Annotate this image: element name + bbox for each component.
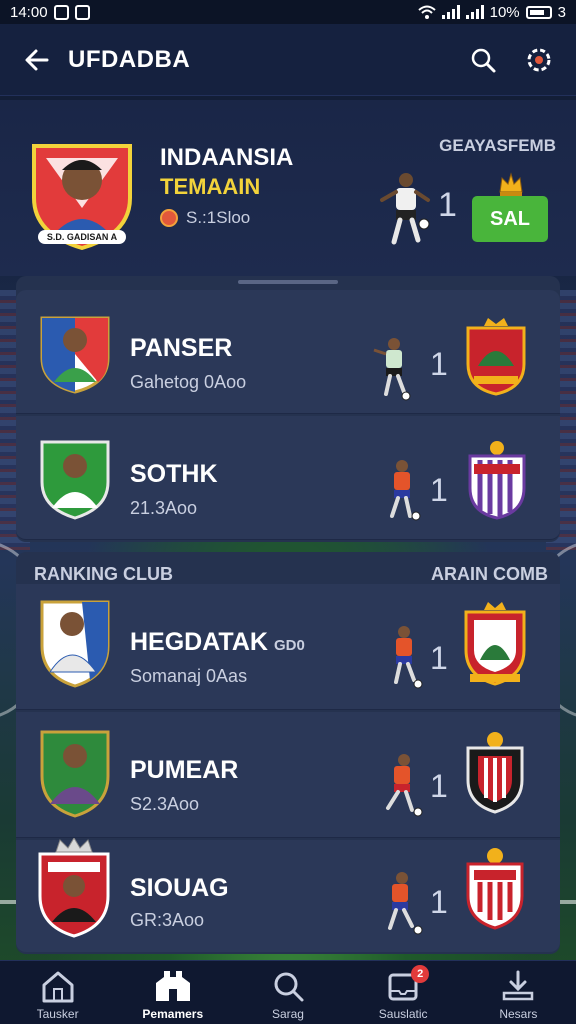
ranking-club-panel: RANKING CLUB ARAIN COMB HEGDATAK GD0 Soma…	[16, 552, 560, 954]
player-shield-icon	[40, 730, 110, 818]
nav-label: Sarag	[271, 1007, 304, 1021]
status-time: 14:00	[10, 3, 48, 21]
search-button[interactable]	[466, 43, 500, 77]
search-icon	[274, 972, 304, 1002]
player-name: SIOUAG	[130, 874, 229, 902]
nav-label: Pemamers	[142, 1007, 204, 1021]
signal-icon	[441, 5, 460, 19]
section-header: RANKING CLUB ARAIN COMB	[34, 564, 548, 585]
player-name: HEGDATAK GD0	[130, 628, 305, 657]
player-meta: Gahetog 0Aoo	[130, 372, 247, 392]
app-bar: UFDADBA	[0, 24, 576, 96]
featured-player-card[interactable]: S.D. GADISAN A INDAANSIA TEMAAIN S.:1Slo…	[0, 100, 576, 276]
player-meta: 21.3Aoo	[130, 498, 198, 518]
list-item[interactable]: SOTHK 21.3Aoo 1	[16, 416, 560, 540]
list-item[interactable]: SIOUAG GR:3Aoo 1	[16, 838, 560, 952]
featured-meta: S.:1Sloo	[160, 208, 250, 228]
player-shield-icon	[40, 600, 110, 688]
status-bar: 14:00 10% 3	[0, 0, 576, 24]
home-icon	[42, 971, 74, 1003]
featured-name: INDAANSIA	[160, 144, 294, 171]
player-action-icon	[394, 626, 423, 689]
player-action-icon	[380, 173, 430, 245]
club-crest-icon	[468, 441, 526, 520]
player-rank: 1	[430, 640, 448, 676]
search-icon	[471, 48, 496, 72]
player-rank: 1	[430, 884, 448, 920]
player-name: PANSER	[130, 334, 233, 362]
player-name: PUMEAR	[130, 756, 239, 784]
settings-button[interactable]	[522, 43, 556, 77]
featured-meta-text: S.:1Sloo	[186, 208, 251, 227]
list-item[interactable]: PANSER Gahetog 0Aoo 1	[16, 290, 560, 414]
player-name-extra: GD0	[273, 637, 305, 654]
arrow-left-icon	[25, 49, 49, 70]
club-crest-icon	[464, 602, 526, 686]
drag-handle[interactable]	[238, 280, 338, 284]
club-crest-icon	[466, 318, 526, 396]
nav-stadium[interactable]: Pemamers	[123, 969, 223, 1021]
nav-label: Nesars	[499, 1007, 538, 1021]
players-list-panel: PANSER Gahetog 0Aoo 1 SOTHK 21.3Aoo 1	[16, 276, 560, 542]
section-title: RANKING CLUB	[34, 564, 173, 584]
player-rank: 1	[430, 768, 448, 804]
player-name-text: HEGDATAK	[130, 628, 268, 656]
nav-home[interactable]: Tausker	[8, 969, 108, 1021]
player-name: SOTHK	[130, 460, 218, 488]
player-action-icon	[386, 754, 423, 817]
bottom-navigation: Tausker Pemamers Sarag 2 Sauslatic Nesar…	[0, 960, 576, 1024]
player-shield-icon	[40, 440, 110, 520]
section-right-label: ARAIN COMB	[431, 564, 548, 584]
nav-label: Sauslatic	[378, 1007, 428, 1021]
list-item[interactable]: PUMEAR S2.3Aoo 1	[16, 712, 560, 838]
player-shield-icon	[38, 838, 110, 938]
club-crest-icon	[466, 848, 524, 930]
player-action-icon	[390, 460, 421, 521]
shield-caption: S.D. GADISAN A	[46, 232, 118, 242]
player-rank: 1	[430, 472, 448, 508]
wifi-icon	[417, 5, 436, 19]
battery-icon	[525, 5, 552, 19]
player-action-icon	[373, 338, 411, 401]
back-button[interactable]	[20, 43, 54, 77]
signal-2-icon	[465, 5, 484, 19]
download-icon	[503, 970, 534, 1001]
nav-search[interactable]: Sarag	[238, 969, 338, 1021]
gear-icon	[527, 48, 551, 71]
notification-icon	[53, 4, 69, 20]
page-title: UFDADBA	[68, 45, 191, 73]
featured-shield-badge: S.D. GADISAN A	[26, 138, 138, 250]
battery-level: 3	[557, 3, 566, 21]
player-shield-icon	[40, 316, 110, 394]
battery-percent: 10%	[489, 3, 520, 21]
club-crest-icon	[466, 732, 524, 814]
featured-right-label: GEAYASFEMB	[439, 136, 556, 155]
nav-label: Tausker	[36, 1007, 79, 1021]
sal-button[interactable]: SAL	[472, 196, 548, 242]
club-icon	[160, 209, 178, 227]
player-meta: GR:3Aoo	[130, 910, 205, 930]
player-rank: 1	[430, 346, 448, 382]
player-meta: S2.3Aoo	[130, 794, 200, 814]
nav-inbox[interactable]: 2 Sauslatic	[353, 965, 453, 1021]
notification-badge: 2	[411, 965, 430, 983]
featured-team: TEMAAIN	[160, 174, 261, 199]
nav-download[interactable]: Nesars	[468, 969, 568, 1021]
stadium-icon	[155, 971, 190, 1001]
player-meta: Somanaj 0Aas	[130, 666, 248, 686]
player-action-icon	[388, 872, 423, 935]
list-item[interactable]: HEGDATAK GD0 Somanaj 0Aas 1	[16, 584, 560, 710]
app-notification-icon	[74, 4, 90, 20]
featured-rank: 1	[438, 186, 457, 224]
